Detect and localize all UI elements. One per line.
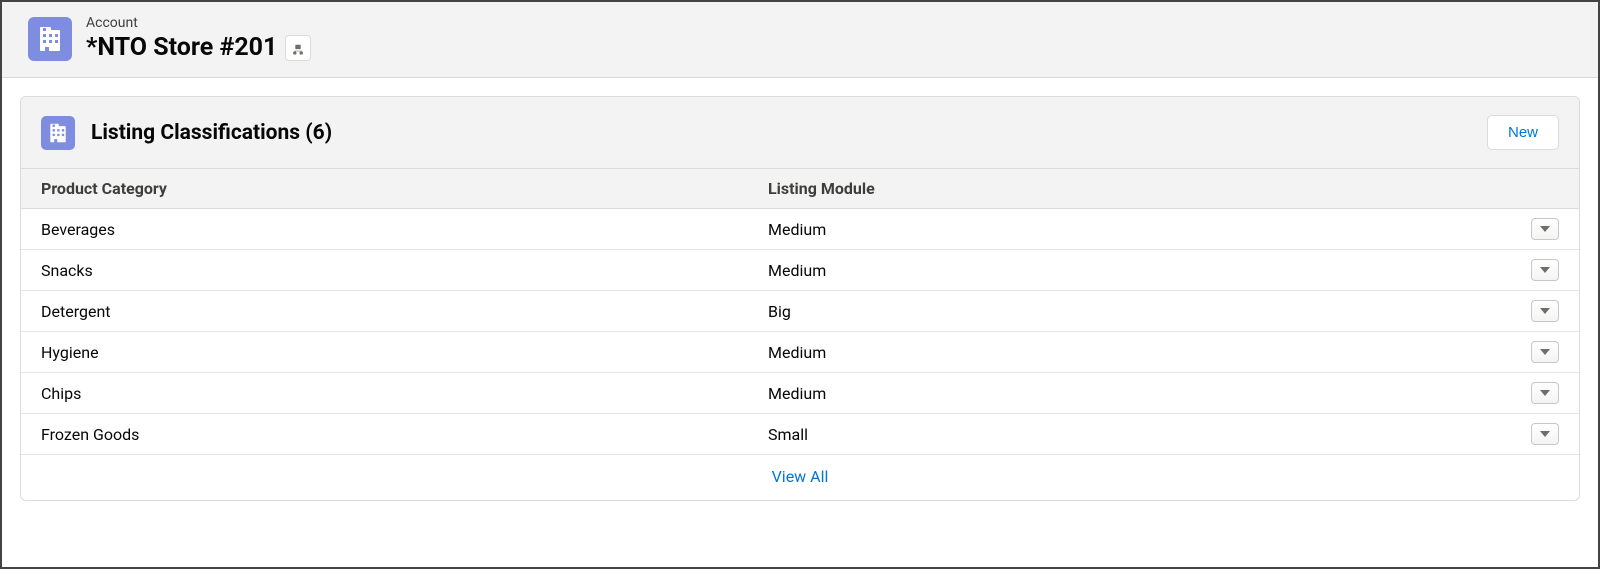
hierarchy-button[interactable] <box>285 35 311 61</box>
cell-product-category[interactable]: Detergent <box>41 302 768 321</box>
row-actions-button[interactable] <box>1531 423 1559 445</box>
chevron-down-icon <box>1540 390 1550 396</box>
cell-listing-module[interactable]: Medium <box>768 261 1509 280</box>
related-list-title[interactable]: Listing Classifications (6) <box>91 121 1471 145</box>
cell-product-category[interactable]: Hygiene <box>41 343 768 362</box>
row-actions-button[interactable] <box>1531 259 1559 281</box>
chevron-down-icon <box>1540 431 1550 437</box>
record-title: *NTO Store #201 <box>86 32 277 63</box>
object-label: Account <box>86 14 311 32</box>
col-header-listing-module[interactable]: Listing Module <box>768 179 1509 198</box>
table-row: Frozen GoodsSmall <box>21 414 1579 455</box>
chevron-down-icon <box>1540 267 1550 273</box>
cell-product-category[interactable]: Frozen Goods <box>41 425 768 444</box>
listing-classifications-icon <box>41 116 75 150</box>
row-actions-button[interactable] <box>1531 218 1559 240</box>
row-actions-button[interactable] <box>1531 382 1559 404</box>
chevron-down-icon <box>1540 226 1550 232</box>
table-row: HygieneMedium <box>21 332 1579 373</box>
row-actions-button[interactable] <box>1531 341 1559 363</box>
record-header: Account *NTO Store #201 <box>2 2 1598 78</box>
cell-listing-module[interactable]: Big <box>768 302 1509 321</box>
cell-listing-module[interactable]: Medium <box>768 384 1509 403</box>
view-all-link[interactable]: View All <box>772 467 829 486</box>
account-icon <box>28 17 72 61</box>
chevron-down-icon <box>1540 349 1550 355</box>
cell-product-category[interactable]: Snacks <box>41 261 768 280</box>
chevron-down-icon <box>1540 308 1550 314</box>
cell-product-category[interactable]: Chips <box>41 384 768 403</box>
cell-listing-module[interactable]: Medium <box>768 220 1509 239</box>
cell-listing-module[interactable]: Medium <box>768 343 1509 362</box>
table-row: BeveragesMedium <box>21 209 1579 250</box>
listing-classifications-card: Listing Classifications (6) New Product … <box>20 96 1580 501</box>
new-button[interactable]: New <box>1487 115 1559 150</box>
table-row: ChipsMedium <box>21 373 1579 414</box>
row-actions-button[interactable] <box>1531 300 1559 322</box>
table-row: DetergentBig <box>21 291 1579 332</box>
cell-listing-module[interactable]: Small <box>768 425 1509 444</box>
hierarchy-icon <box>291 41 305 55</box>
cell-product-category[interactable]: Beverages <box>41 220 768 239</box>
table-header-row: Product Category Listing Module <box>21 169 1579 209</box>
table-row: SnacksMedium <box>21 250 1579 291</box>
col-header-product-category[interactable]: Product Category <box>41 179 768 198</box>
